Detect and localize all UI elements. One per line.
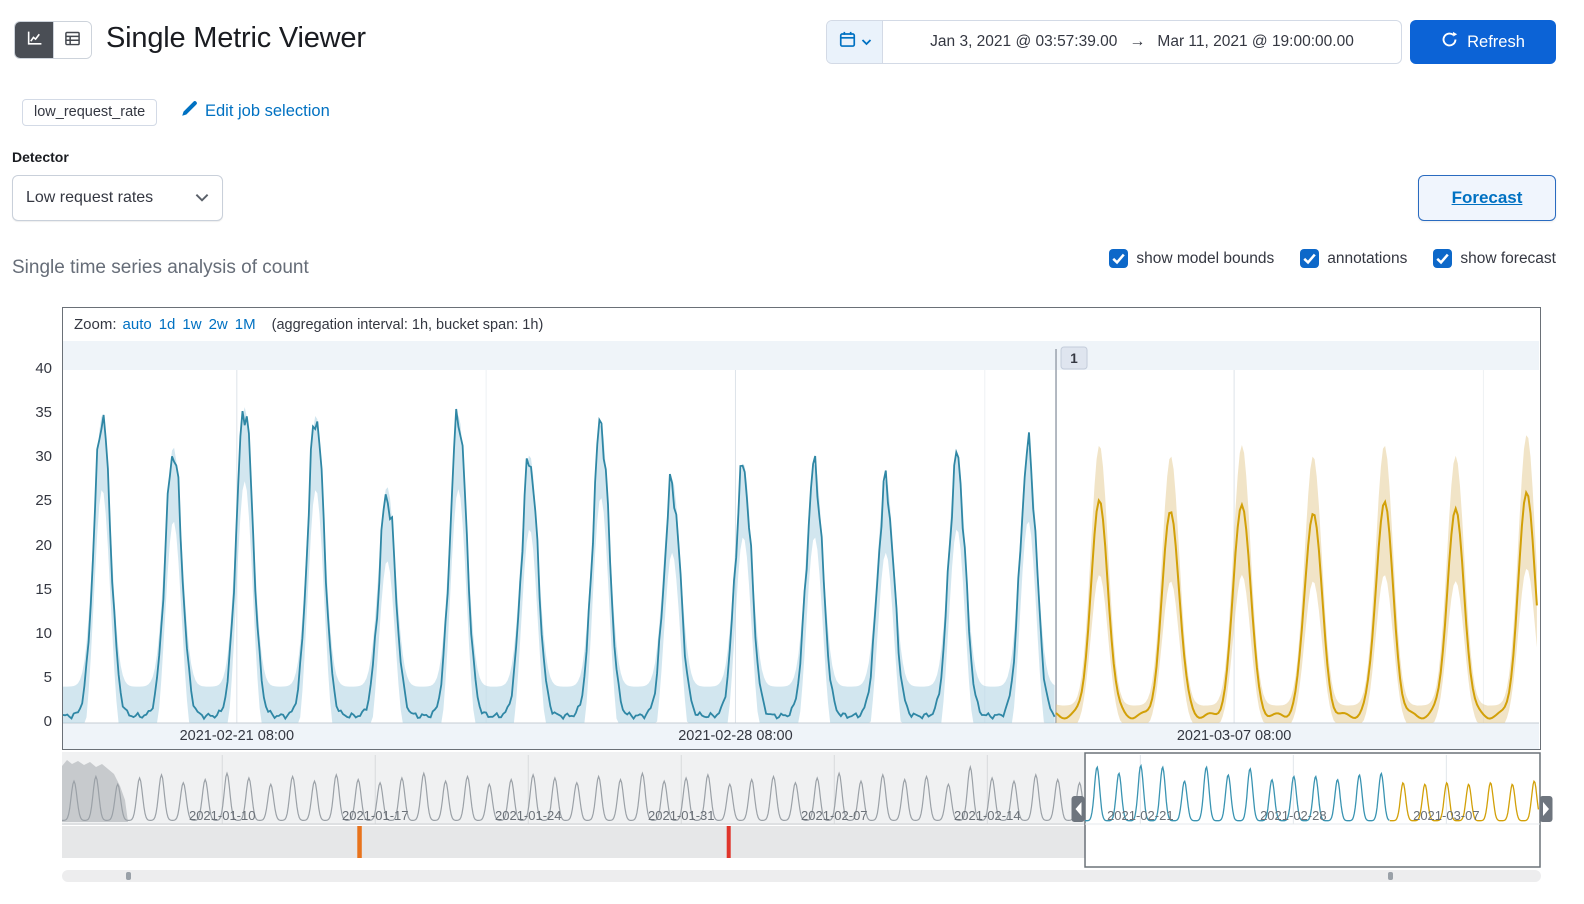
context-tick-label: 2021-01-31 [648, 808, 715, 823]
context-tick-label: 2021-01-17 [342, 808, 409, 823]
job-badge: low_request_rate [22, 99, 158, 126]
chart-view-button[interactable] [15, 22, 53, 58]
annotation-badge-label: 1 [1070, 351, 1078, 366]
single-metric-viewer-page: Single Metric Viewer Jan 3, 2021 @ 03:57… [0, 0, 1584, 904]
checkbox-annotations[interactable]: annotations [1300, 249, 1407, 268]
zoom-link-2w[interactable]: 2w [209, 316, 228, 333]
date-picker-quick-menu-button[interactable] [827, 21, 883, 63]
detector-label: Detector [12, 149, 69, 165]
chart-option-toggles: show model bounds annotations show forecas… [1109, 249, 1556, 268]
main-timeseries-chart: 1 2021-02-21 08:00 2021-02-28 08:00 2021-03… [63, 341, 1539, 749]
y-axis-tick-label: 10 [35, 624, 52, 642]
checkbox-show-forecast[interactable]: show forecast [1433, 249, 1556, 268]
context-tick-label: 2021-01-10 [189, 808, 256, 823]
y-axis-tick-label: 30 [35, 448, 52, 466]
context-tick-label: 2021-02-21 [1107, 808, 1174, 823]
chart-top-strip [63, 341, 1539, 370]
checkbox-label: show model bounds [1136, 249, 1275, 267]
y-axis-tick-label: 35 [35, 404, 52, 422]
forecast-series-line [1055, 489, 1538, 720]
context-navigator-chart: 2021-01-10 2021-01-17 2021-01-24 2021-01-31… [62, 752, 1553, 868]
checkbox-show-model-bounds[interactable]: show model bounds [1109, 249, 1274, 268]
y-axis-tick-label: 20 [35, 536, 52, 554]
edit-job-selection-label: Edit job selection [205, 101, 330, 120]
model-bounds-area [63, 407, 1055, 723]
date-picker: Jan 3, 2021 @ 03:57:39.00 → Mar 11, 2021… [826, 20, 1402, 64]
annotation-marker-orange[interactable] [357, 826, 362, 858]
main-chart-container: Zoom: auto 1d 1w 2w 1M (aggregation interval… [62, 307, 1541, 750]
actual-series-line [63, 408, 1056, 721]
aggregation-info: (aggregation interval: 1h, bucket span: … [271, 316, 544, 333]
x-tick-label: 2021-03-07 08:00 [1177, 728, 1292, 744]
table-icon [64, 30, 81, 50]
date-range: Jan 3, 2021 @ 03:57:39.00 → Mar 11, 2021… [883, 21, 1401, 63]
annotation-marker-red[interactable] [726, 826, 731, 858]
context-tick-label: 2021-02-28 [1260, 808, 1327, 823]
section-heading: Single time series analysis of count [12, 257, 309, 278]
zoom-link-1d[interactable]: 1d [159, 316, 176, 333]
chevron-down-icon [861, 33, 872, 51]
detector-select[interactable]: Low request rates [12, 175, 223, 221]
x-tick-label: 2021-02-28 08:00 [678, 728, 793, 744]
checkmark-icon [1300, 249, 1320, 268]
checkbox-label: annotations [1327, 249, 1408, 267]
refresh-button[interactable]: Refresh [1410, 20, 1556, 64]
date-range-arrow: → [1129, 33, 1146, 50]
checkmark-icon [1433, 249, 1453, 268]
zoom-link-auto[interactable]: auto [123, 316, 152, 333]
pencil-icon [180, 100, 197, 122]
zoom-link-1M[interactable]: 1M [235, 316, 256, 333]
end-date-button[interactable]: Mar 11, 2021 @ 19:00:00.00 [1157, 33, 1353, 51]
context-tick-label: 2021-02-07 [801, 808, 868, 823]
y-axis-tick-label: 0 [43, 713, 52, 730]
context-tick-label: 2021-01-24 [495, 808, 562, 823]
navigator-scrollbar[interactable] [62, 870, 1541, 882]
checkbox-label: show forecast [1460, 249, 1556, 267]
zoom-link-1w[interactable]: 1w [182, 316, 201, 333]
edit-job-selection-link[interactable]: Edit job selection [180, 100, 330, 122]
table-view-button[interactable] [53, 22, 91, 58]
y-axis-tick-label: 40 [35, 360, 52, 377]
scrollbar-handle-left[interactable] [126, 872, 131, 880]
refresh-icon [1441, 31, 1458, 53]
page-title: Single Metric Viewer [106, 22, 366, 54]
x-tick-label: 2021-02-21 08:00 [180, 728, 295, 744]
scrollbar-handle-right[interactable] [1388, 872, 1393, 880]
calendar-icon [838, 30, 857, 54]
detector-selected-value: Low request rates [26, 189, 154, 206]
view-toggle-group [14, 21, 92, 59]
checkmark-icon [1109, 249, 1129, 268]
y-axis-tick-label: 25 [35, 492, 52, 510]
y-axis-tick-label: 15 [35, 580, 52, 598]
chevron-down-icon [195, 189, 209, 207]
line-chart-icon [26, 30, 43, 50]
context-tick-label: 2021-02-14 [954, 808, 1021, 823]
zoom-links: auto 1d 1w 2w 1M [123, 316, 256, 333]
start-date-button[interactable]: Jan 3, 2021 @ 03:57:39.00 [930, 33, 1117, 51]
zoom-label: Zoom: [74, 316, 117, 333]
zoom-controls: Zoom: auto 1d 1w 2w 1M (aggregation interval… [63, 308, 1540, 341]
y-axis-tick-label: 5 [43, 668, 52, 686]
context-tick-label: 2021-03-07 [1413, 808, 1480, 823]
annotations-swimlane [62, 826, 1086, 858]
forecast-button[interactable]: Forecast [1418, 175, 1556, 221]
refresh-button-label: Refresh [1467, 32, 1525, 51]
